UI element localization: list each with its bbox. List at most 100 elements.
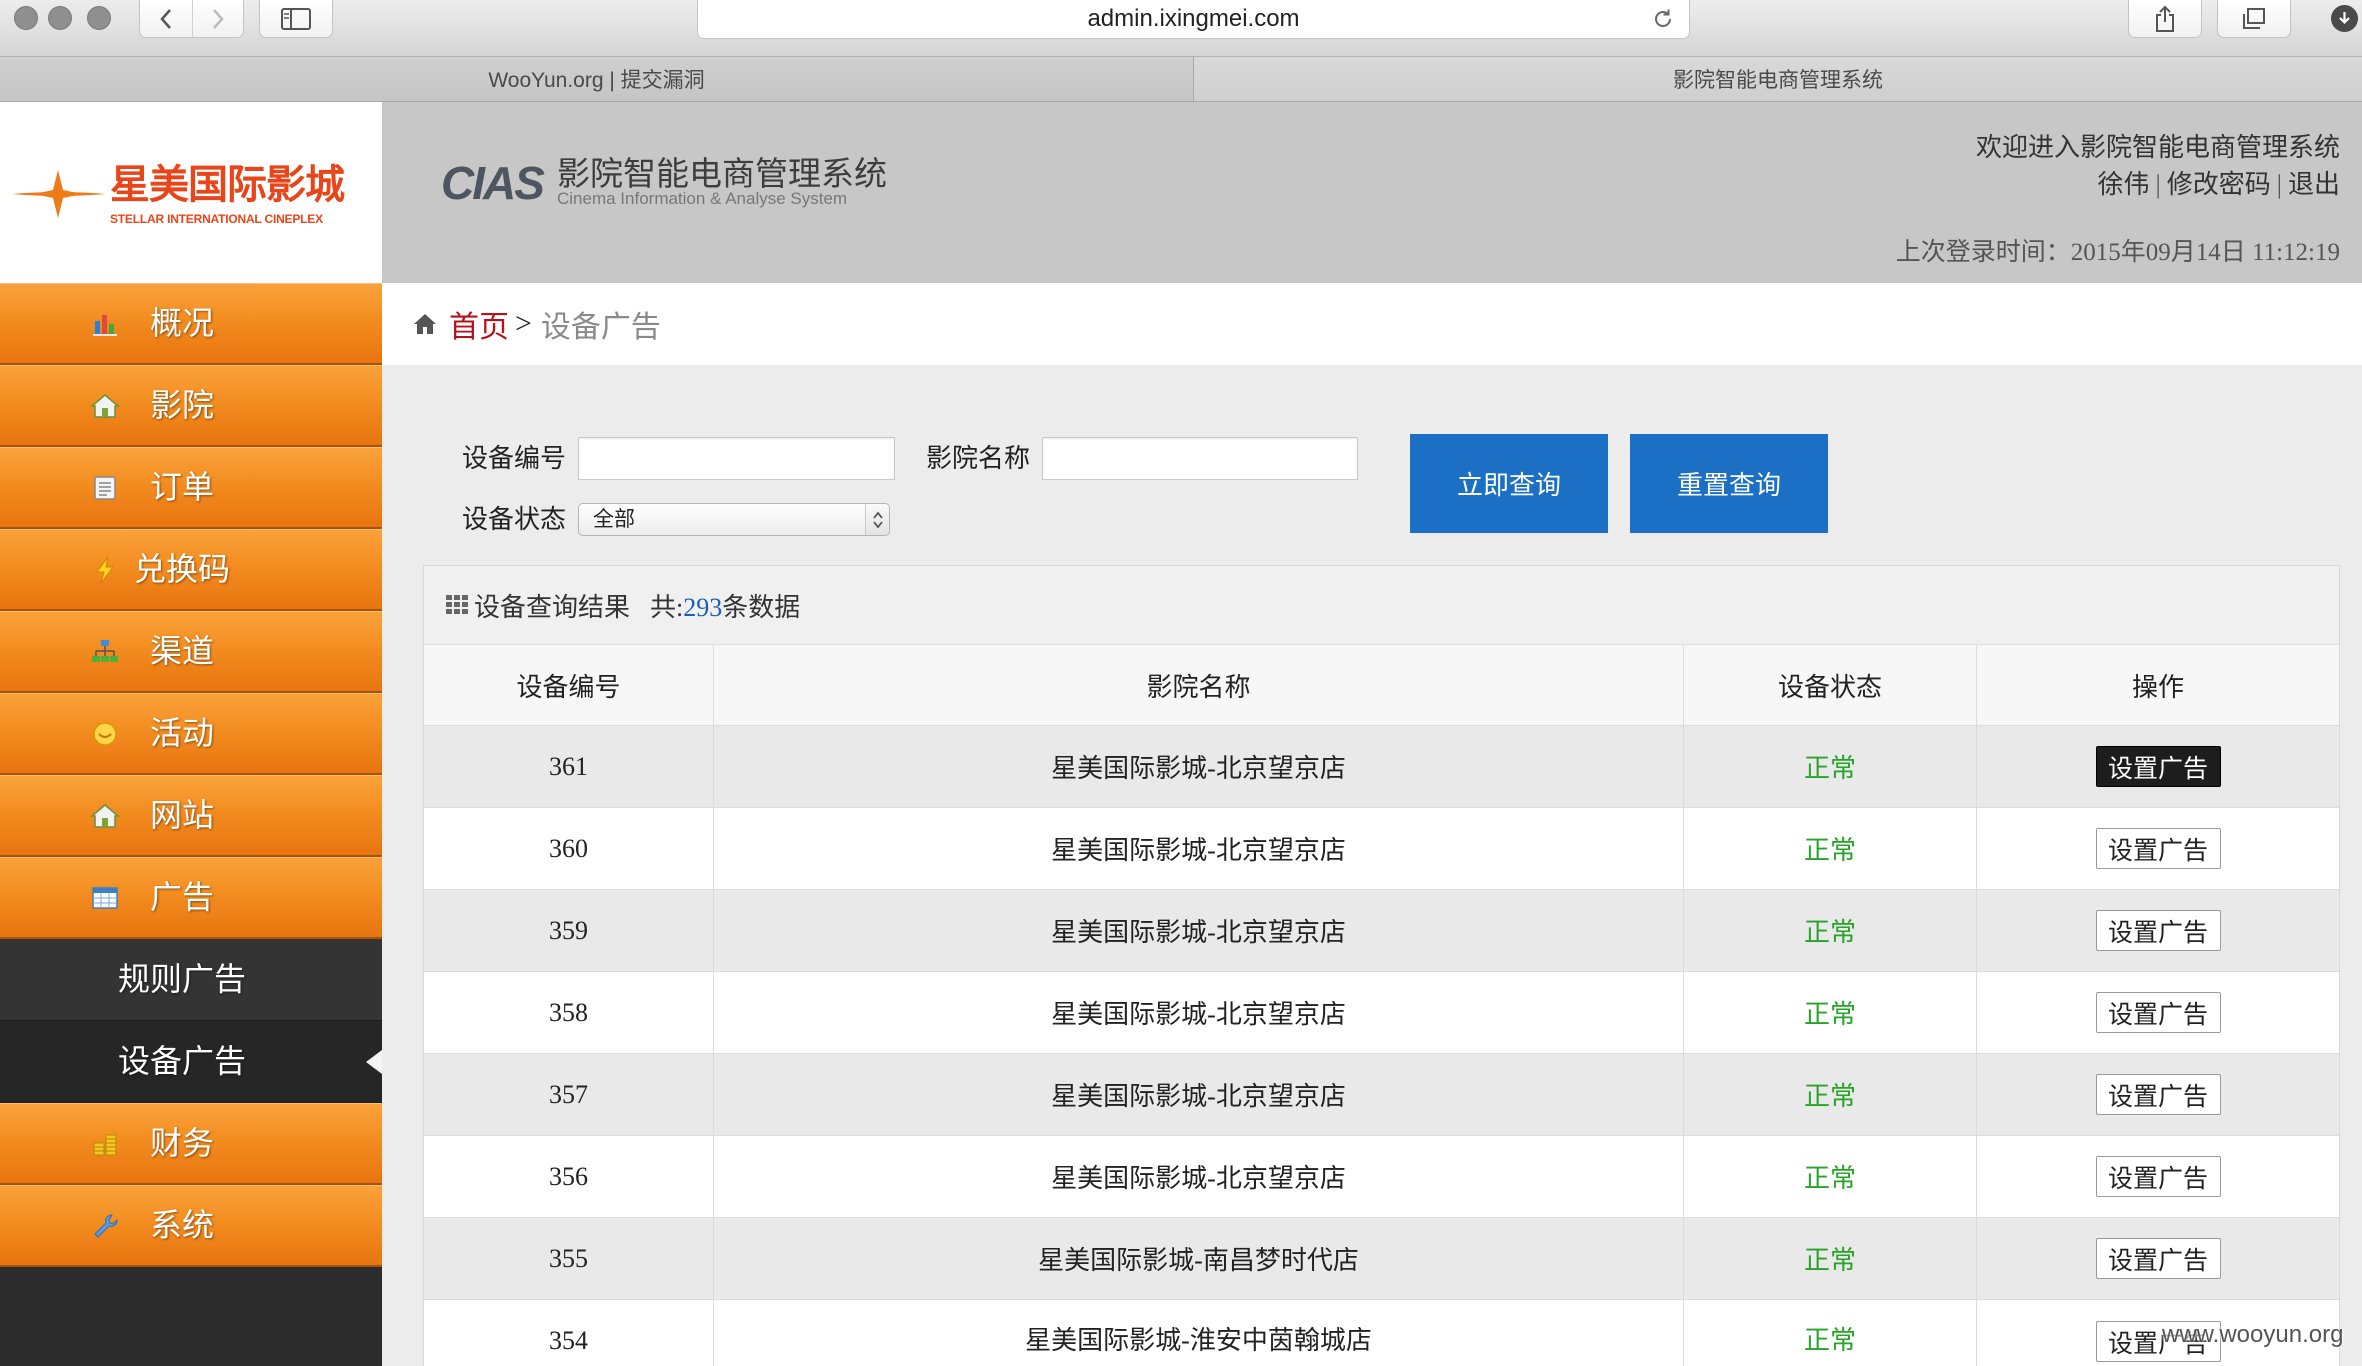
share-icon	[2156, 5, 2174, 32]
home-icon[interactable]	[413, 312, 437, 336]
cell-action: 设置广告	[1977, 890, 2339, 971]
table-row: 361 星美国际影城-北京望京店 正常 设置广告	[424, 726, 2339, 808]
sidebar-item-label: 规则广告	[117, 961, 246, 997]
sidebar-item-label: 订单	[149, 469, 214, 505]
set-ad-button[interactable]: 设置广告	[2095, 1238, 2221, 1279]
chevron-right-icon	[212, 8, 224, 29]
cell-device-no: 361	[424, 726, 714, 807]
tabs-icon	[2243, 7, 2265, 29]
sidebar-item-overview[interactable]: 概况	[0, 283, 382, 365]
device-status-select[interactable]: 全部	[578, 503, 890, 536]
table-row: 355 星美国际影城-南昌梦时代店 正常 设置广告	[424, 1218, 2339, 1300]
table-header-row: 设备编号 影院名称 设备状态 操作	[424, 645, 2339, 726]
sidebar-item-label: 活动	[149, 715, 214, 751]
user-menu: 徐伟 | 修改密码 | 退出	[2098, 169, 2340, 201]
set-ad-button[interactable]: 设置广告	[2095, 992, 2221, 1033]
sidebar-item-ads[interactable]: 广告	[0, 857, 382, 939]
sidebar-item-websites[interactable]: 网站	[0, 775, 382, 857]
downloads-button[interactable]	[2331, 5, 2358, 32]
cell-action: 设置广告	[1977, 1054, 2339, 1135]
column-header-device-status: 设备状态	[1684, 645, 1977, 725]
column-header-action: 操作	[2131, 672, 2184, 702]
set-ad-button[interactable]: 设置广告	[2095, 910, 2221, 951]
cell-device-status: 正常	[1684, 1218, 1977, 1299]
address-text: admin.ixingmei.com	[1087, 5, 1300, 32]
system-logo-mark: CIAS	[441, 157, 545, 209]
column-header-device-no: 设备编号	[424, 645, 714, 725]
select-arrows-icon	[865, 504, 889, 535]
close-window-button[interactable]	[14, 6, 38, 30]
cell-action: 设置广告	[1977, 1136, 2339, 1217]
tab-cinema-admin[interactable]: 影院智能电商管理系统	[1193, 57, 2362, 101]
sidebar-item-orders[interactable]: 订单	[0, 447, 382, 529]
sidebar-toggle-button[interactable]	[259, 0, 333, 38]
tab-wooyun[interactable]: WooYun.org | 提交漏洞	[0, 57, 1193, 101]
user-name-link[interactable]: 徐伟	[2098, 169, 2150, 201]
brand-name-en: STELLAR INTERNATIONAL CINEPLEX	[110, 212, 323, 226]
sidebar-item-cinemas[interactable]: 影院	[0, 365, 382, 447]
set-ad-button[interactable]: 设置广告	[2095, 828, 2221, 869]
tab-bar: WooYun.org | 提交漏洞 影院智能电商管理系统	[0, 57, 2362, 102]
sidebar-item-label: 概况	[149, 305, 214, 341]
table-row: 357 星美国际影城-北京望京店 正常 设置广告	[424, 1054, 2339, 1136]
table-row: 358 星美国际影城-北京望京店 正常 设置广告	[424, 972, 2339, 1054]
cell-device-status: 正常	[1684, 1054, 1977, 1135]
cell-cinema-name: 星美国际影城-北京望京店	[714, 808, 1684, 889]
forward-button[interactable]	[191, 0, 244, 37]
cell-cinema-name: 星美国际影城-北京望京店	[714, 890, 1684, 971]
zoom-window-button[interactable]	[87, 6, 111, 30]
cell-action: 设置广告	[1977, 808, 2339, 889]
page-header: CIAS 影院智能电商管理系统 Cinema Information & Ana…	[382, 102, 2362, 283]
sidebar-item-label: 财务	[149, 1125, 214, 1161]
cell-action: 设置广告	[1977, 726, 2339, 807]
cell-cinema-name: 星美国际影城-北京望京店	[714, 1054, 1684, 1135]
sidebar-item-label: 影院	[149, 387, 214, 423]
sidebar-item-activities[interactable]: 活动	[0, 693, 382, 775]
back-button[interactable]	[140, 0, 192, 37]
table-row: 354 星美国际影城-淮安中茵翰城店 正常 设置广告	[424, 1300, 2339, 1366]
cell-cinema-name: 星美国际影城-淮安中茵翰城店	[714, 1300, 1684, 1366]
breadcrumb-home-link[interactable]: 首页	[449, 302, 509, 346]
logout-link[interactable]: 退出	[2288, 169, 2340, 201]
cinema-name-label: 影院名称	[926, 444, 1031, 473]
set-ad-button[interactable]: 设置广告	[2095, 1074, 2221, 1115]
set-ad-button[interactable]: 设置广告	[2095, 1156, 2221, 1197]
cell-device-no: 355	[424, 1218, 714, 1299]
query-button[interactable]: 立即查询	[1410, 434, 1608, 533]
download-icon	[2339, 12, 2350, 25]
results-title: 设备查询结果	[474, 592, 631, 622]
address-bar[interactable]: admin.ixingmei.com	[697, 0, 1690, 39]
device-no-input[interactable]	[578, 437, 895, 480]
reload-icon[interactable]	[1651, 7, 1675, 31]
sidebar-item-label: 广告	[149, 879, 214, 915]
cell-cinema-name: 星美国际影城-北京望京店	[714, 726, 1684, 807]
cell-device-no: 354	[424, 1300, 714, 1366]
cell-device-status: 正常	[1684, 890, 1977, 971]
cell-device-status: 正常	[1684, 972, 1977, 1053]
table-row: 359 星美国际影城-北京望京店 正常 设置广告	[424, 890, 2339, 972]
history-nav-group	[139, 0, 244, 38]
minimize-window-button[interactable]	[48, 6, 72, 30]
set-ad-button[interactable]: 设置广告	[2095, 746, 2221, 787]
star-logo-icon	[12, 170, 106, 218]
sidebar: 概况 影院 订单 兑换码 渠道 活动 网站 广告 规则广告 设备广告 财务 系统	[0, 283, 382, 1366]
welcome-text: 欢迎进入影院智能电商管理系统	[1975, 133, 2340, 162]
cinema-name-input[interactable]	[1042, 437, 1358, 480]
sidebar-item-finance[interactable]: 财务	[0, 1103, 382, 1185]
reset-button[interactable]: 重置查询	[1630, 434, 1828, 533]
browser-toolbar: admin.ixingmei.com	[0, 0, 2362, 57]
sidebar-subitem-device-ads[interactable]: 设备广告	[0, 1021, 382, 1103]
chevron-left-icon	[160, 8, 171, 29]
sidebar-subitem-rule-ads[interactable]: 规则广告	[0, 939, 382, 1021]
tabs-overview-button[interactable]	[2217, 0, 2291, 38]
separator: |	[2276, 170, 2282, 199]
share-button[interactable]	[2128, 0, 2202, 38]
sidebar-item-system[interactable]: 系统	[0, 1185, 382, 1267]
cell-device-status: 正常	[1684, 808, 1977, 889]
cell-device-no: 356	[424, 1136, 714, 1217]
sidebar-item-redeem-codes[interactable]: 兑换码	[0, 529, 382, 611]
sidebar-item-channels[interactable]: 渠道	[0, 611, 382, 693]
sidebar-item-label: 设备广告	[117, 1043, 246, 1079]
change-password-link[interactable]: 修改密码	[2167, 169, 2271, 201]
cell-device-no: 357	[424, 1054, 714, 1135]
